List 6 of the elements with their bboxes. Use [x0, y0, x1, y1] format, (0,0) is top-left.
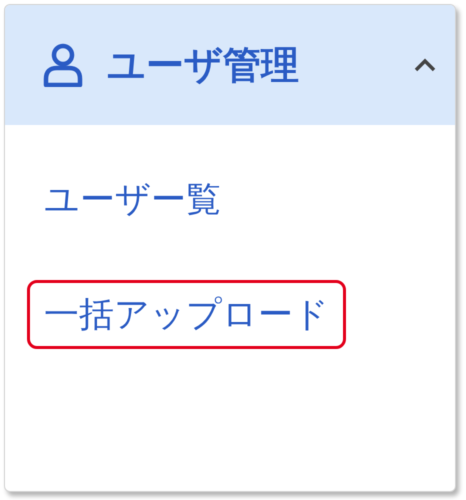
chevron-icon[interactable]	[413, 57, 437, 73]
menu-item[interactable]: 一括アップロード	[27, 280, 346, 349]
menu-group-header[interactable]: ユーザ管理	[5, 5, 455, 125]
menu-item[interactable]: ユーザー覧	[27, 165, 238, 234]
user-icon	[43, 43, 83, 87]
menu-group-title: ユーザ管理	[107, 42, 300, 88]
